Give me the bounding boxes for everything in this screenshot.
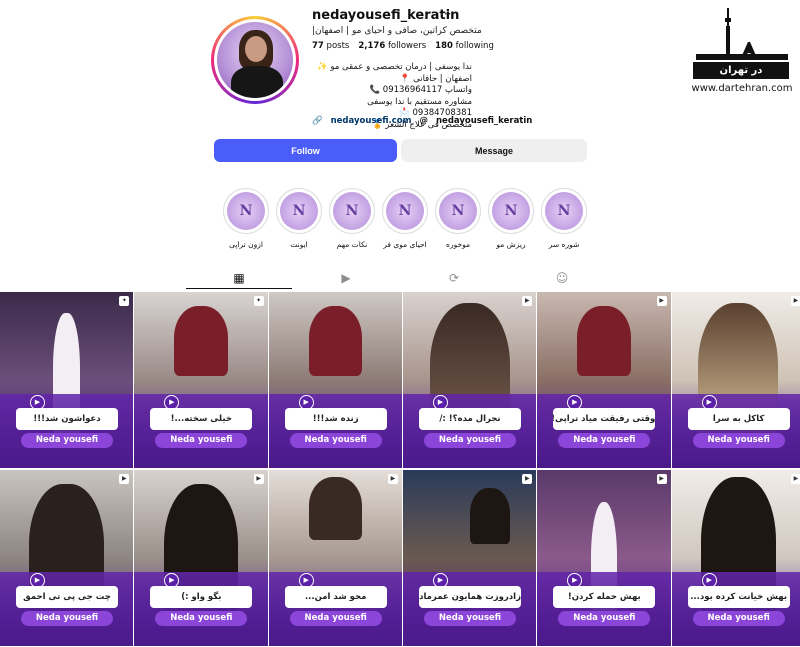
milad-tower-icon (696, 8, 788, 60)
highlight-icon: N (280, 192, 318, 230)
avatar-image (217, 22, 293, 98)
video-icon: ▶ (790, 296, 800, 306)
post-tile[interactable]: ▶ ▶ نجرال مده؟! :/ Neda yousefi (402, 292, 537, 468)
pin-icon: ✦ (253, 296, 264, 306)
video-icon: ▶ (656, 474, 667, 484)
post-tile[interactable]: ✦ ▶ خیلی سخته...! Neda yousefi (134, 292, 268, 468)
video-icon: ▶ (522, 296, 533, 306)
highlight-icon: N (386, 192, 424, 230)
post-tile[interactable]: ▶ ▶ بهش حمله کردن! Neda yousefi (537, 470, 671, 646)
logo-title: در تهران (693, 62, 789, 79)
profile-username: nedayousefi_keratin (312, 8, 460, 23)
highlight-item[interactable]: N موخوره (435, 188, 481, 249)
followers-stat[interactable]: 2,176 followers (358, 41, 426, 51)
posts-grid: ✦ ▶ دعواشون شد!!! Neda yousefi ✦ ▶ خیلی … (0, 292, 800, 647)
tab-reposts-icon[interactable]: ⟳ (446, 270, 462, 286)
follow-button[interactable]: Follow (214, 139, 397, 162)
bio-line: اصفهان | حافانی 📍 (399, 73, 472, 84)
post-tile[interactable]: ▶ ▶ بگو واو :) Neda yousefi (134, 470, 268, 646)
active-tab-indicator (186, 288, 292, 289)
highlight-icon: N (439, 192, 477, 230)
highlight-icon: N (333, 192, 371, 230)
tab-reels-icon[interactable]: ▶ (338, 270, 354, 286)
link-icon: 🔗 (312, 116, 323, 126)
video-icon: ▶ (253, 474, 264, 484)
post-tile[interactable]: ▶ ▶ کاکل به سرا Neda yousefi (671, 292, 800, 468)
highlight-item[interactable]: N ازون تراپی (223, 188, 269, 249)
pin-icon: ✦ (119, 296, 130, 306)
bio-line: ندا یوسفی | درمان تخصصی و عمقی مو ✨ (317, 62, 472, 72)
bio-line: واتساپ 09136964117 📞 (369, 85, 472, 95)
post-tile[interactable]: ▶ ▶ وقتی رفیقت میاد تراپی! Neda yousefi (537, 292, 671, 468)
highlight-icon: N (227, 192, 265, 230)
highlight-item[interactable]: N احیای موی فر (382, 188, 428, 249)
profile-links: 🔗 nedayousefi.com @ nedayousefi_keratin (312, 116, 532, 126)
following-stat[interactable]: 180 following (435, 41, 494, 51)
profile-category: متخصص کراتین، صافی و احیای مو | اصفهان| (312, 26, 482, 36)
video-icon: ▶ (387, 474, 398, 484)
message-button[interactable]: Message (401, 139, 587, 162)
tab-tagged-icon[interactable]: ☺ (554, 270, 570, 286)
video-icon: ▶ (790, 474, 800, 484)
tab-posts-grid-icon[interactable]: ▦ (231, 270, 247, 286)
profile-avatar[interactable] (211, 16, 299, 104)
dartehran-logo: در تهران www.dartehran.com (690, 6, 794, 96)
post-tile[interactable]: ▶ ▶ چت جی پی تی احمق Neda yousefi (0, 470, 134, 646)
video-icon: ▶ (656, 296, 667, 306)
threads-link[interactable]: nedayousefi_keratin (436, 116, 532, 126)
profile-stats: 77 posts 2,176 followers 180 following (312, 41, 494, 51)
website-link[interactable]: nedayousefi.com (331, 116, 412, 126)
highlight-icon: N (545, 192, 583, 230)
post-tile[interactable]: ✦ ▶ دعواشون شد!!! Neda yousefi (0, 292, 134, 468)
post-tile[interactable]: ▶ ▶ زادروزت همایون عمرمادر Neda yousefi (402, 470, 537, 646)
highlight-item[interactable]: N نکات مهم (329, 188, 375, 249)
logo-url: www.dartehran.com (691, 83, 793, 94)
more-options-icon[interactable]: ··· (440, 7, 451, 21)
video-icon: ▶ (119, 474, 130, 484)
video-icon: ▶ (522, 474, 533, 484)
highlight-item[interactable]: N ایونت (276, 188, 322, 249)
highlight-icon: N (492, 192, 530, 230)
highlight-item[interactable]: N ریزش مو (488, 188, 534, 249)
post-tile[interactable]: ▶ زنده شد!!! Neda yousefi (268, 292, 402, 468)
threads-icon: @ (419, 116, 429, 126)
post-tile[interactable]: ▶ ▶ بهش خیانت کرده بود... Neda yousefi (671, 470, 800, 646)
highlight-item[interactable]: N شوره سر (541, 188, 587, 249)
instagram-profile-page: nedayousefi_keratin ··· متخصص کراتین، صا… (0, 0, 800, 647)
posts-stat: 77 posts (312, 41, 350, 51)
post-tile[interactable]: ▶ ▶ محو شد امن... Neda yousefi (268, 470, 402, 646)
